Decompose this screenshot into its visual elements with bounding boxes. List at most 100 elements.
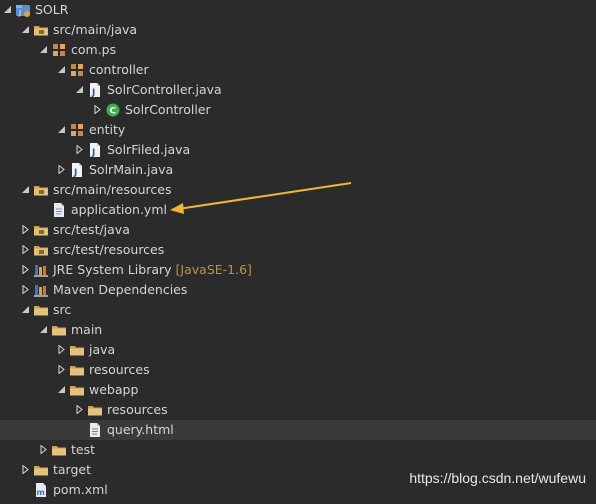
svg-text:J: J (91, 88, 95, 98)
tree-item[interactable]: J SolrFiled.java (0, 140, 596, 160)
tree-item-label: src/main/java (53, 22, 138, 37)
tree-item-label: controller (89, 62, 149, 77)
tree-item[interactable]: query.html (0, 420, 596, 440)
collapse-toggle-icon[interactable] (75, 140, 85, 160)
tree-item[interactable]: controller (0, 60, 596, 80)
folder-icon (69, 362, 85, 378)
tree-item-label: com.ps (71, 42, 117, 57)
expand-toggle-icon[interactable] (21, 300, 31, 320)
folder-icon (69, 342, 85, 358)
tree-item[interactable]: java (0, 340, 596, 360)
folder-icon (51, 442, 67, 458)
tree-item[interactable]: com.ps (0, 40, 596, 60)
expand-toggle-icon[interactable] (21, 180, 31, 200)
folder-icon (69, 382, 85, 398)
tree-item-label: src/main/resources (53, 182, 172, 197)
expand-toggle-icon[interactable] (57, 60, 67, 80)
tree-item[interactable]: src/test/resources (0, 240, 596, 260)
tree-item-label: target (53, 462, 92, 477)
tree-item[interactable]: main (0, 320, 596, 340)
svg-text:J: J (91, 148, 95, 158)
package-icon (69, 62, 85, 78)
source-folder-icon (33, 22, 49, 38)
collapse-toggle-icon[interactable] (57, 360, 67, 380)
collapse-toggle-icon[interactable] (21, 220, 31, 240)
collapse-toggle-icon[interactable] (57, 340, 67, 360)
tree-item-label: resources (107, 402, 168, 417)
expand-toggle-icon[interactable] (57, 380, 67, 400)
folder-icon (51, 322, 67, 338)
expand-toggle-icon[interactable] (21, 20, 31, 40)
expand-toggle-icon[interactable] (75, 80, 85, 100)
tree-item[interactable]: webapp (0, 380, 596, 400)
expand-toggle-icon[interactable] (3, 0, 13, 20)
class-icon: C (105, 102, 121, 118)
project-icon: J (15, 2, 31, 18)
tree-item[interactable]: JRE System Library [JavaSE-1.6] (0, 260, 596, 280)
tree-item[interactable]: test (0, 440, 596, 460)
tree-item-label: JRE System Library [JavaSE-1.6] (53, 262, 252, 277)
tree-item-label: Maven Dependencies (53, 282, 188, 297)
html-file-icon (87, 422, 103, 438)
tree-item[interactable]: resources (0, 400, 596, 420)
tree-item-label: query.html (107, 422, 174, 437)
tree-item[interactable]: J SolrMain.java (0, 160, 596, 180)
source-folder-icon (33, 182, 49, 198)
java-file-icon: J (87, 142, 103, 158)
folder-icon (33, 302, 49, 318)
tree-item[interactable]: C SolrController (0, 100, 596, 120)
folder-icon (87, 402, 103, 418)
expand-toggle-icon[interactable] (39, 40, 49, 60)
tree-item-label: pom.xml (53, 482, 108, 497)
tree-item-label: SolrFiled.java (107, 142, 191, 157)
tree-item-label: entity (89, 122, 126, 137)
library-version-decoration: [JavaSE-1.6] (175, 262, 252, 277)
collapse-toggle-icon[interactable] (21, 260, 31, 280)
tree-item-label: webapp (89, 382, 139, 397)
tree-item[interactable]: resources (0, 360, 596, 380)
tree-item[interactable]: J SOLR (0, 0, 596, 20)
svg-text:C: C (110, 107, 117, 117)
library-icon (33, 262, 49, 278)
collapse-toggle-icon[interactable] (57, 160, 67, 180)
java-file-icon: J (87, 82, 103, 98)
tree-item-label: SolrController.java (107, 82, 222, 97)
library-icon (33, 282, 49, 298)
java-file-icon: J (69, 162, 85, 178)
collapse-toggle-icon[interactable] (21, 460, 31, 480)
tree-item-label: src/test/resources (53, 242, 165, 257)
package-icon (69, 122, 85, 138)
tree-item-label: src/test/java (53, 222, 130, 237)
source-folder-icon (33, 222, 49, 238)
collapse-toggle-icon[interactable] (39, 440, 49, 460)
tree-item[interactable]: Maven Dependencies (0, 280, 596, 300)
expand-toggle-icon[interactable] (57, 120, 67, 140)
tree-item-label: application.yml (71, 202, 167, 217)
tree-item-label: SolrMain.java (89, 162, 174, 177)
collapse-toggle-icon[interactable] (21, 240, 31, 260)
tree-item[interactable]: application.yml (0, 200, 596, 220)
watermark: https://blog.csdn.net/wufewu (409, 470, 586, 486)
tree-item[interactable]: src/test/java (0, 220, 596, 240)
tree-item-label: main (71, 322, 103, 337)
folder-icon (33, 462, 49, 478)
tree-item-label: resources (89, 362, 150, 377)
project-explorer-tree: J SOLR src/main/java com.ps controller J SolrC… (0, 0, 596, 500)
collapse-toggle-icon[interactable] (93, 100, 103, 120)
collapse-toggle-icon[interactable] (75, 400, 85, 420)
tree-item[interactable]: src/main/java (0, 20, 596, 40)
tree-item[interactable]: entity (0, 120, 596, 140)
package-icon (51, 42, 67, 58)
tree-item[interactable]: J SolrController.java (0, 80, 596, 100)
svg-text:J: J (18, 9, 21, 17)
collapse-toggle-icon[interactable] (21, 280, 31, 300)
source-folder-icon (33, 242, 49, 258)
text-file-icon (51, 202, 67, 218)
tree-item-label: test (71, 442, 96, 457)
tree-item-label: SolrController (125, 102, 211, 117)
tree-item-label: src (53, 302, 72, 317)
tree-item[interactable]: src (0, 300, 596, 320)
expand-toggle-icon[interactable] (39, 320, 49, 340)
tree-item[interactable]: src/main/resources (0, 180, 596, 200)
tree-item-label: java (89, 342, 116, 357)
